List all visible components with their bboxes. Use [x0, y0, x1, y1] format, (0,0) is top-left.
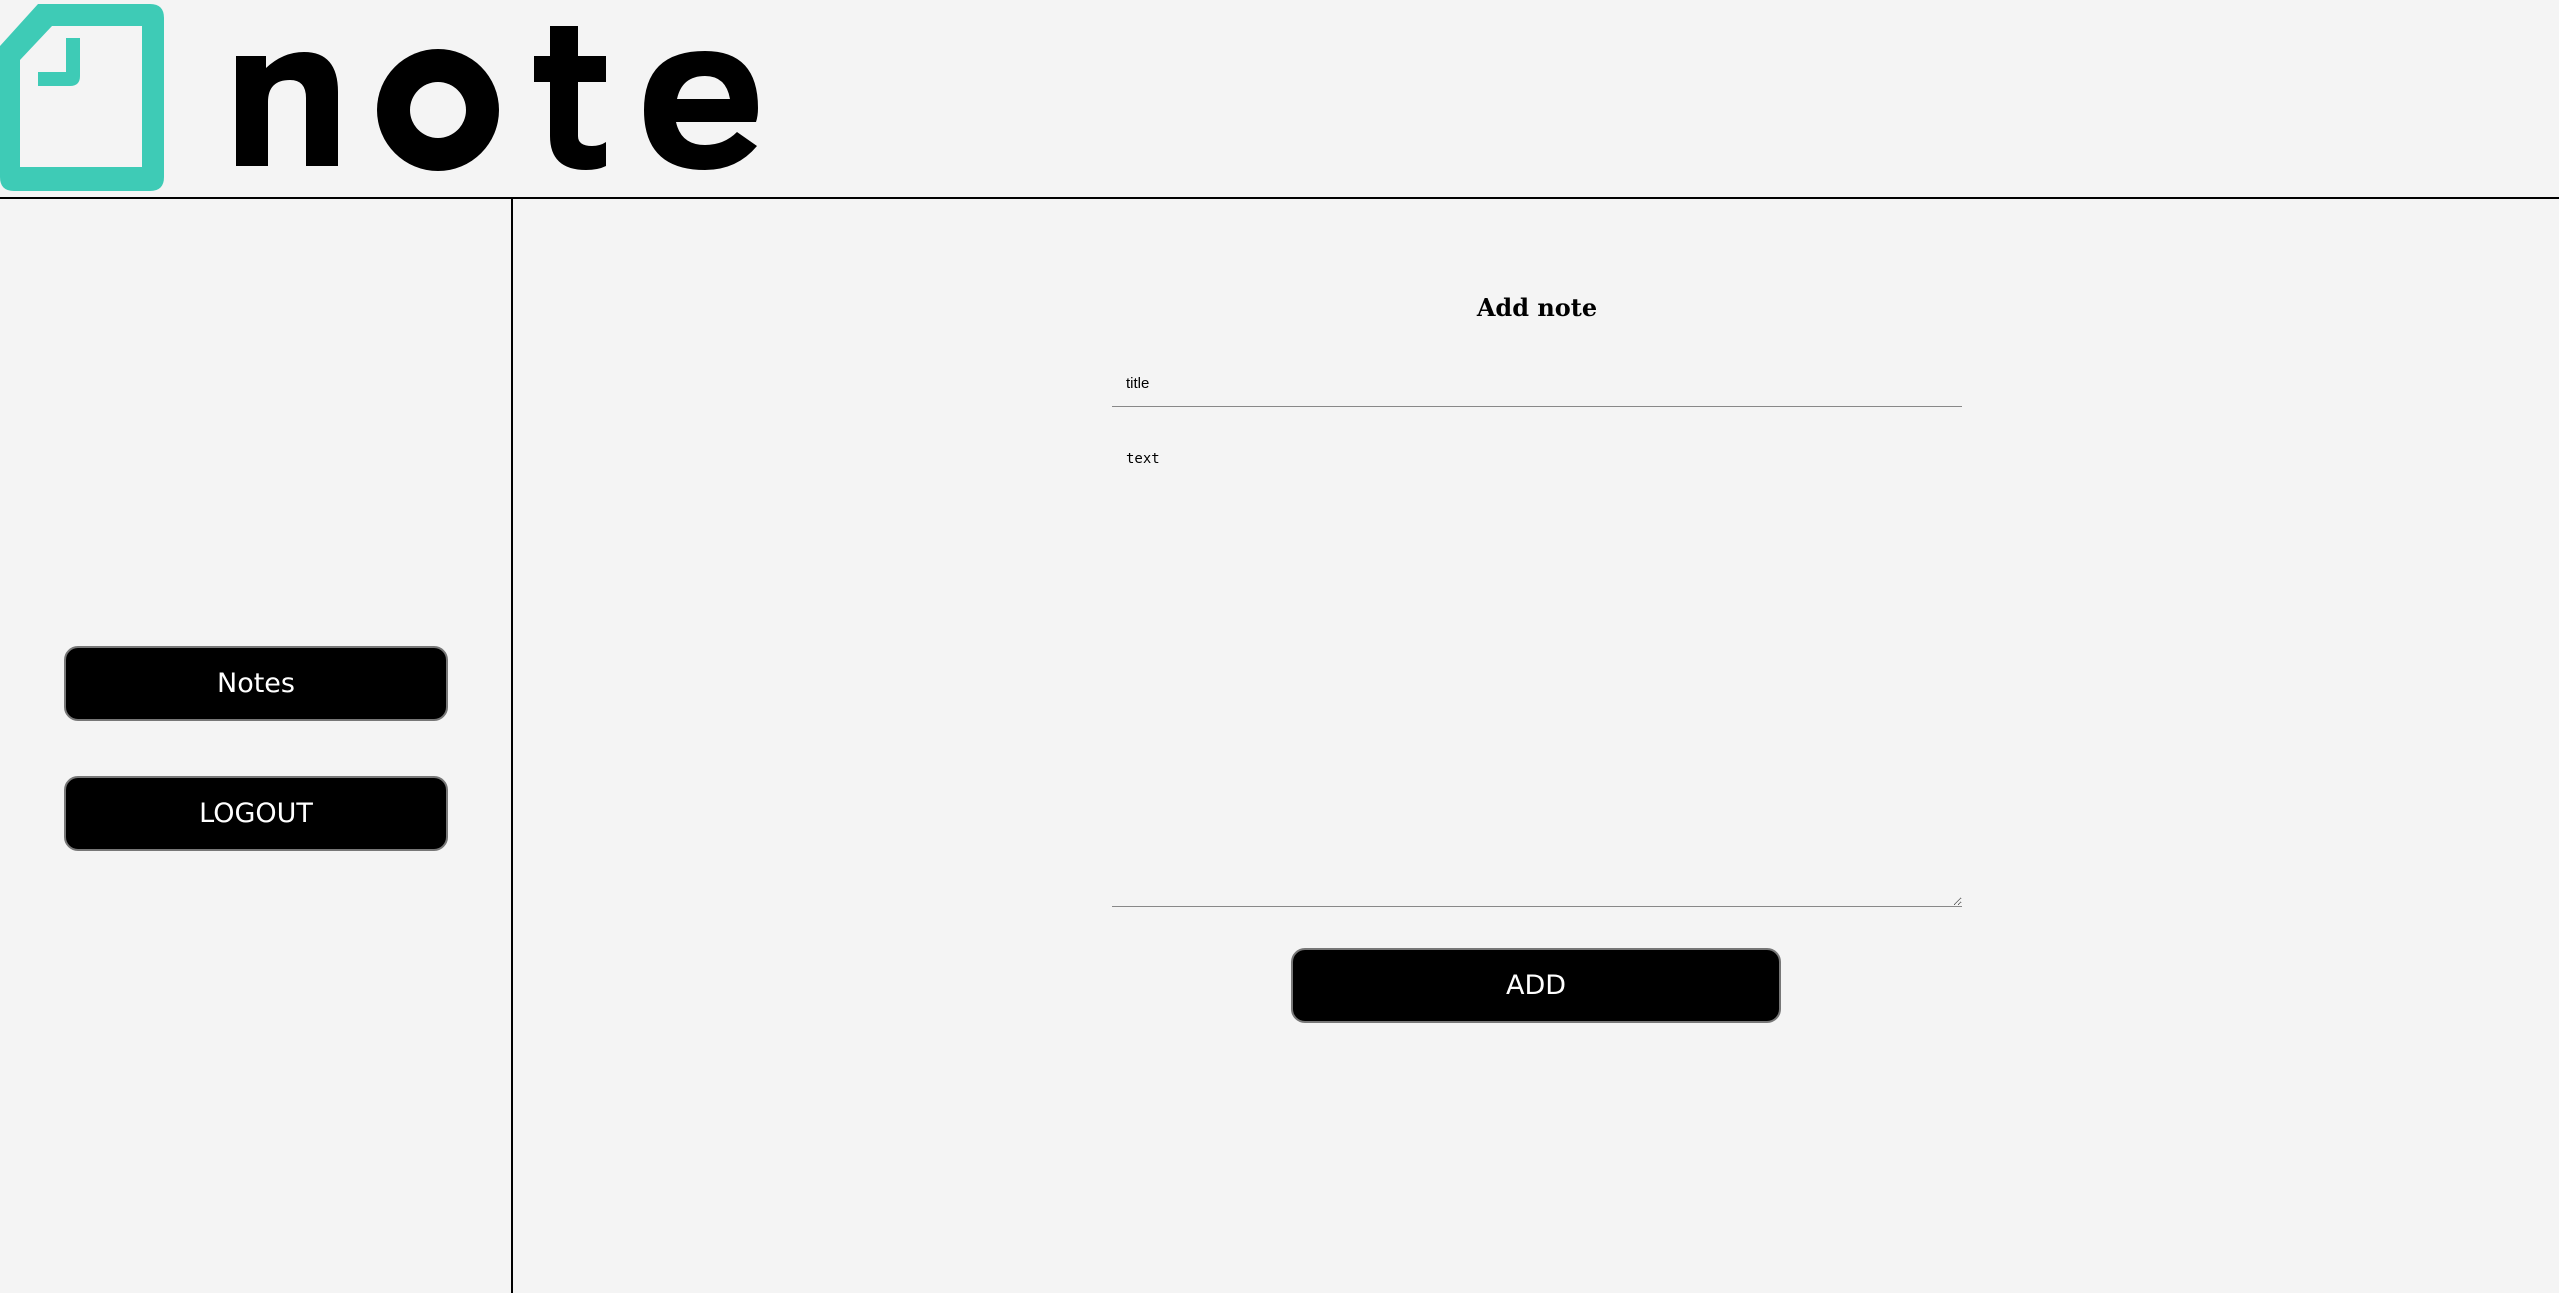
- add-button[interactable]: ADD: [1291, 948, 1781, 1023]
- add-note-heading: Add note: [1476, 293, 1598, 322]
- notes-button[interactable]: Notes: [64, 646, 448, 721]
- app-logo: note: [0, 0, 770, 199]
- logout-button-label: LOGOUT: [199, 798, 313, 829]
- title-input[interactable]: [1112, 361, 1962, 407]
- header: note: [0, 0, 2559, 199]
- notes-button-label: Notes: [217, 668, 295, 699]
- note-logo-icon: [0, 4, 758, 191]
- main-content: Add note ADD: [515, 199, 2559, 1293]
- add-button-label: ADD: [1505, 970, 1567, 1001]
- sidebar: Notes LOGOUT: [0, 199, 513, 1293]
- text-input[interactable]: [1112, 439, 1962, 907]
- logout-button[interactable]: LOGOUT: [64, 776, 448, 851]
